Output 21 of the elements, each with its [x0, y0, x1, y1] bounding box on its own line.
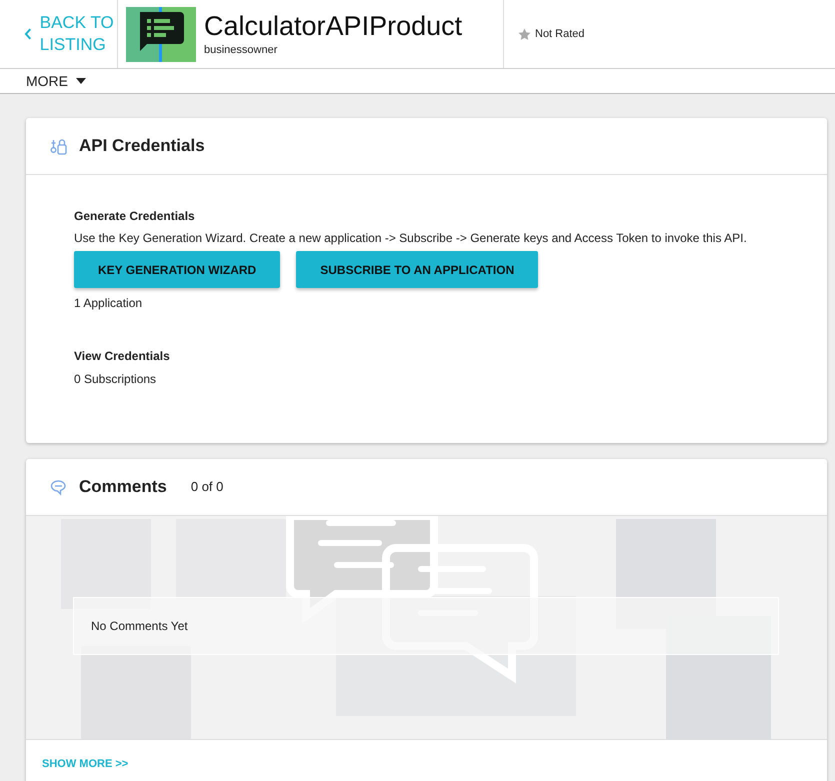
logo-icon — [126, 6, 196, 62]
comment-count: 0 of 0 — [190, 478, 224, 496]
subscription-count: 0 Subscriptions — [74, 371, 158, 388]
section-heading: Generate Credentials — [74, 208, 196, 225]
action-button[interactable]: SUBSCRIBE TO AN APPLICATION — [296, 251, 538, 288]
product-title: CalculatorAPIProduct — [204, 10, 462, 42]
panel-title: Comments — [79, 476, 167, 498]
speech-bubble-icon — [50, 478, 67, 496]
panel-title: API Credentials — [79, 135, 205, 158]
description-text: Use the Key Generation Wizard. Create a new application -> Subscribe -> Generate keys and Access Token to invoke this API. — [74, 230, 748, 247]
more-menu[interactable]: MORE — [26, 70, 86, 92]
application-count: 1 Application — [74, 295, 144, 312]
caret-icon — [76, 78, 86, 84]
section-heading: View Credentials — [74, 348, 171, 365]
action-button[interactable]: KEY GENERATION WIZARD — [74, 251, 280, 288]
credentials-icon — [50, 138, 67, 154]
owner-name: businessowner — [204, 42, 278, 58]
chevron-left-icon — [24, 28, 32, 40]
star-icon[interactable] — [518, 28, 531, 40]
empty-message: No Comments Yet — [91, 618, 188, 635]
rating-label: Not Rated — [535, 26, 585, 42]
